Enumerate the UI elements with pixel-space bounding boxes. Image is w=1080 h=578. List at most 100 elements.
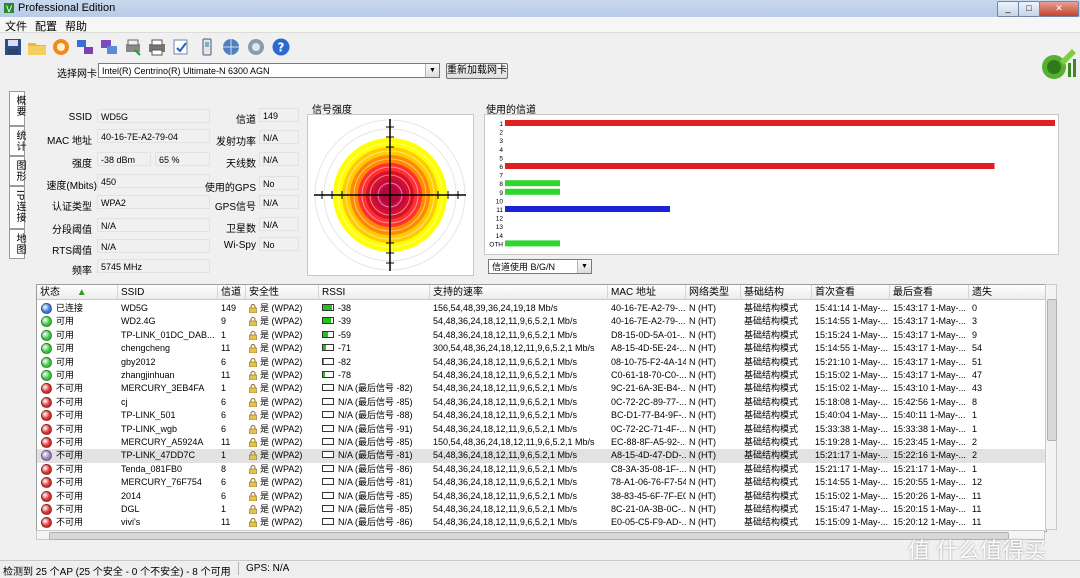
rssi-bar-fill xyxy=(323,358,325,364)
ssid-cell: MERCURY_A5924A xyxy=(121,437,204,447)
lost-cell: 47 xyxy=(972,370,983,380)
gps-icon[interactable] xyxy=(197,37,217,57)
menu-file[interactable]: 文件 xyxy=(5,18,27,34)
status-dot-icon xyxy=(41,423,52,435)
col-last-seen[interactable]: 最后查看 xyxy=(890,285,969,300)
rts-label: RTS阈值 xyxy=(52,246,92,257)
table-row[interactable]: 可用 gby2012 6 是 (WPA2) -82 54,48,36,24,18,12,1… xyxy=(37,356,1046,369)
channel-usage-chart: 1 2 3 4 5 6 7 8 9 10 11 12 13 14 OTH xyxy=(484,114,1059,255)
rssi-bar xyxy=(322,451,334,459)
last-seen-cell: 15:43:10 1-May-... xyxy=(893,383,967,394)
network-icon[interactable] xyxy=(75,37,95,57)
security-cell: 是 (WPA2) xyxy=(260,383,303,394)
security-cell: 是 (WPA2) xyxy=(260,316,303,327)
adapter-select[interactable]: Intel(R) Centrino(R) Ultimate-N 6300 AGN… xyxy=(98,63,440,78)
globe-icon[interactable] xyxy=(221,37,241,57)
col-lost[interactable]: 遗失 xyxy=(969,285,1046,300)
rssi-bar xyxy=(322,411,334,419)
col-channel[interactable]: 信道 xyxy=(218,285,246,300)
table-row[interactable]: 不可用 TP-LINK_501 6 是 (WPA2) N/A (最后信号 -88) 54,… xyxy=(37,409,1046,422)
rates-cell: 54,48,36,24,18,12,11,9,6,5.2,1 Mb/s xyxy=(433,504,577,514)
vertical-scrollbar[interactable] xyxy=(1045,284,1057,530)
status-dot-icon xyxy=(41,410,52,422)
rssi-cell: -82 xyxy=(338,356,352,367)
table-row[interactable]: 不可用 MERCURY_3EB4FA 1 是 (WPA2) N/A (最后信号 -82)… xyxy=(37,382,1046,395)
last-seen-cell: 15:20:26 1-May-... xyxy=(893,490,967,501)
save-icon[interactable] xyxy=(3,37,23,57)
table-row[interactable]: 已连接 WD5G 149 是 (WPA2) -38 156,54,48,39,36,24,… xyxy=(37,302,1046,315)
rssi-bar xyxy=(322,397,334,405)
ssid-cell: WD2.4G xyxy=(121,316,156,327)
tab-graph[interactable]: 图形 xyxy=(9,156,25,186)
printer-icon[interactable] xyxy=(147,37,167,57)
last-seen-cell: 15:43:17 1-May-... xyxy=(893,370,967,380)
table-row[interactable]: 不可用 TP-LINK_wgb 6 是 (WPA2) N/A (最后信号 -91) 54,… xyxy=(37,423,1046,436)
channel-label: 13 xyxy=(496,224,504,231)
channel-cell: 6 xyxy=(221,396,227,407)
table-row[interactable]: 不可用 Tenda_081FB0 8 是 (WPA2) N/A (最后信号 -86) 54… xyxy=(37,463,1046,476)
chevron-down-icon: ▼ xyxy=(425,64,439,77)
tab-summary[interactable]: 概要 xyxy=(9,91,25,126)
lock-icon xyxy=(249,464,257,474)
channel-cell: 1 xyxy=(221,329,227,340)
reload-adapter-button[interactable]: 重新加载网卡 xyxy=(446,63,508,79)
scroll-thumb[interactable] xyxy=(1047,299,1057,441)
table-row[interactable]: 不可用 vivi's 11 是 (WPA2) N/A (最后信号 -86) 54,48,3… xyxy=(37,516,1046,529)
first-seen-cell: 15:15:09 1-May-... xyxy=(815,517,889,528)
export-icon[interactable] xyxy=(99,37,119,57)
tab-stats[interactable]: 统计 xyxy=(9,126,25,156)
first-seen-cell: 15:33:38 1-May-... xyxy=(815,423,889,434)
channel-cell: 11 xyxy=(221,437,231,447)
rate-label: 速度(Mbits) xyxy=(46,181,97,192)
table-row[interactable]: 不可用 cj 6 是 (WPA2) N/A (最后信号 -85) 54,48,36,24,… xyxy=(37,396,1046,409)
tab-map[interactable]: 地图 xyxy=(9,229,25,259)
table-row[interactable]: 不可用 2014 6 是 (WPA2) N/A (最后信号 -85) 54,48,36,2… xyxy=(37,490,1046,503)
tab-ip-connection[interactable]: IP连接 xyxy=(9,186,25,229)
security-cell: 是 (WPA2) xyxy=(260,490,303,501)
menu-help[interactable]: 帮助 xyxy=(65,18,87,34)
lost-cell: 2 xyxy=(972,450,978,461)
open-folder-icon[interactable] xyxy=(27,37,47,57)
table-row[interactable]: 不可用 MERCURY_A5924A 11 是 (WPA2) N/A (最后信号 -85… xyxy=(37,436,1046,449)
mac-cell: 38-83-45-6F-7F-E0 xyxy=(611,490,686,501)
network-type-cell: N (HT) xyxy=(689,343,716,354)
table-row[interactable]: 可用 chengcheng 11 是 (WPA2) -71 300,54,48,36,24… xyxy=(37,342,1046,355)
col-network-type[interactable]: 网络类型 xyxy=(686,285,741,300)
settings-icon[interactable] xyxy=(171,37,191,57)
table-row[interactable]: 不可用 DGL 1 是 (WPA2) N/A (最后信号 -85) 54,48,36,24… xyxy=(37,503,1046,516)
col-infrastructure[interactable]: 基础结构 xyxy=(741,285,812,300)
rssi-cell: N/A (最后信号 -86) xyxy=(338,463,413,474)
record-icon[interactable] xyxy=(51,37,71,57)
col-rates[interactable]: 支持的速率 xyxy=(430,285,608,300)
close-button[interactable]: ✕ xyxy=(1039,1,1079,17)
table-row[interactable]: 不可用 MERCURY_76F754 6 是 (WPA2) N/A (最后信号 -81)… xyxy=(37,476,1046,489)
col-first-seen[interactable]: 首次查看 xyxy=(812,285,890,300)
mac-cell: 40-16-7E-A2-79-... xyxy=(611,316,686,327)
last-seen-cell: 15:43:17 1-May-... xyxy=(893,343,967,354)
col-rssi[interactable]: RSSI xyxy=(319,285,430,300)
col-mac[interactable]: MAC 地址 xyxy=(608,285,686,300)
rssi-cell: N/A (最后信号 -86) xyxy=(338,517,413,528)
rate-value: 450 xyxy=(97,174,210,188)
col-ssid[interactable]: SSID xyxy=(118,285,218,300)
col-status[interactable]: 状态 ▲ xyxy=(37,285,118,300)
question-icon[interactable] xyxy=(246,37,266,57)
menu-config[interactable]: 配置 xyxy=(35,18,57,34)
table-row[interactable]: 可用 zhangjinhuan 11 是 (WPA2) -78 54,48,36,24,1… xyxy=(37,369,1046,382)
mac-cell: 9C-21-6A-3E-B4-... xyxy=(611,383,686,394)
col-security[interactable]: 安全性 xyxy=(246,285,319,300)
status-bar: 检测到 25 个AP (25 个安全 - 0 个不安全) - 8 个可用 GPS… xyxy=(0,560,1080,578)
hscroll-thumb[interactable] xyxy=(49,532,1009,540)
minimize-button[interactable]: _ xyxy=(997,1,1019,17)
rssi-bar xyxy=(322,344,334,352)
status-text: 可用 xyxy=(56,356,75,367)
help-icon[interactable]: ? xyxy=(271,37,291,57)
horizontal-scrollbar[interactable] xyxy=(36,530,1045,540)
table-row[interactable]: 可用 WD2.4G 9 是 (WPA2) -39 54,48,36,24,18,12,11… xyxy=(37,315,1046,328)
table-row[interactable]: 可用 TP-LINK_01DC_DAB... 1 是 (WPA2) -59 54,48,3… xyxy=(37,329,1046,342)
maximize-button[interactable]: □ xyxy=(1018,1,1040,17)
table-row[interactable]: 不可用 TP-LINK_47DD7C 1 是 (WPA2) N/A (最后信号 -81)… xyxy=(37,449,1046,463)
mac-cell: 8C-21-0A-3B-0C-... xyxy=(611,504,686,514)
channel-mode-select[interactable]: 信道使用 B/G/N ▼ xyxy=(488,259,592,274)
print-icon[interactable] xyxy=(123,37,143,57)
